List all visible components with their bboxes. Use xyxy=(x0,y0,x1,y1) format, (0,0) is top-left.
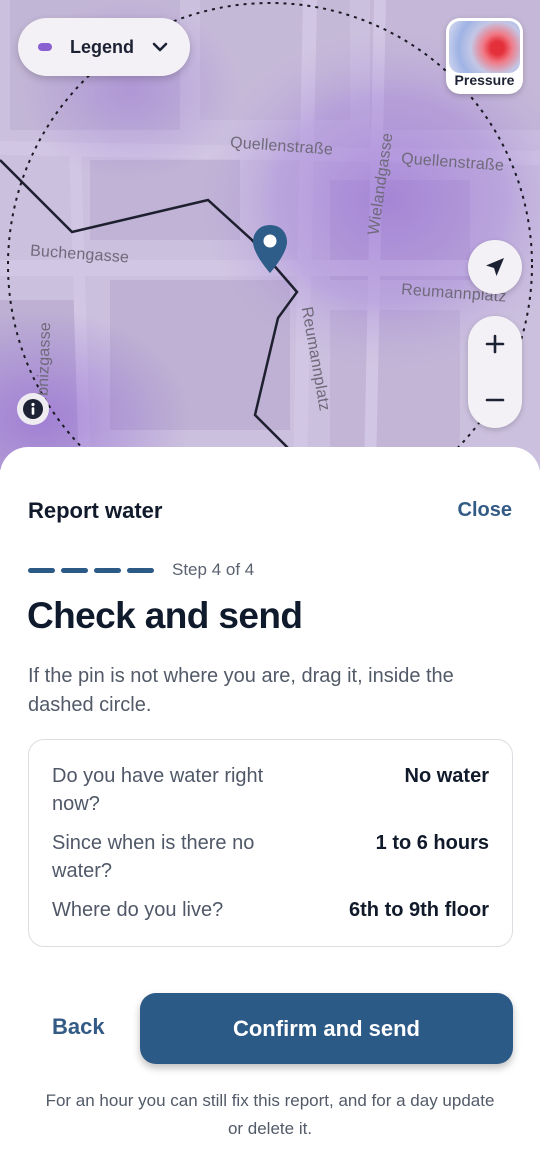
step-indicator xyxy=(61,567,88,573)
summary-row: Do you have water right now? No water xyxy=(52,762,489,818)
pressure-thumbnail xyxy=(449,21,520,73)
step-indicator xyxy=(127,567,154,573)
step-indicator xyxy=(28,567,55,573)
summary-answer: 1 to 6 hours xyxy=(375,832,489,854)
legend-label: Legend xyxy=(70,36,135,57)
sheet-title: Report water xyxy=(28,498,163,523)
location-pin-icon[interactable] xyxy=(250,223,290,275)
step-label: Step 4 of 4 xyxy=(172,560,255,579)
zoom-control xyxy=(468,316,522,428)
plus-icon xyxy=(485,334,505,354)
street-label: bnizgasse xyxy=(34,321,55,397)
map-info-button[interactable] xyxy=(17,393,49,425)
summary-question: Where do you live? xyxy=(52,899,224,921)
confirm-and-send-button[interactable]: Confirm and send xyxy=(140,993,513,1064)
summary-row: Where do you live? 6th to 9th floor xyxy=(52,896,489,924)
footnote-text: For an hour you can still fix this repor… xyxy=(45,1091,495,1138)
step-progress: Step 4 of 4 xyxy=(28,560,254,580)
map-view[interactable]: Quellenstraße Quellenstraße Buchengasse … xyxy=(0,0,540,470)
confirm-label: Confirm and send xyxy=(232,1015,420,1041)
summary-answer: 6th to 9th floor xyxy=(349,899,489,921)
page-title: Check and send xyxy=(27,595,303,636)
summary-answer: No water xyxy=(404,765,489,787)
chevron-down-icon xyxy=(152,42,168,52)
answers-summary-card: Do you have water right now? No water Si… xyxy=(28,739,513,947)
pressure-layer-button[interactable]: Pressure xyxy=(446,18,523,94)
back-button[interactable]: Back xyxy=(52,1014,105,1040)
zoom-in-button[interactable] xyxy=(468,316,522,372)
minus-icon xyxy=(485,398,505,402)
info-icon xyxy=(23,399,43,419)
helper-text: If the pin is not where you are, drag it… xyxy=(28,665,454,716)
pressure-label: Pressure xyxy=(454,72,515,88)
step-indicator xyxy=(94,567,121,573)
close-button[interactable]: Close xyxy=(458,499,512,522)
report-bottom-sheet: Report water Close Step 4 of 4 Check and… xyxy=(0,447,540,1169)
legend-button[interactable]: Legend xyxy=(18,18,190,76)
zoom-out-button[interactable] xyxy=(468,372,522,428)
locate-me-button[interactable] xyxy=(468,240,522,294)
summary-question: Since when is there no water? xyxy=(52,832,255,882)
navigation-arrow-icon xyxy=(486,258,504,276)
summary-row: Since when is there no water? 1 to 6 hou… xyxy=(52,829,489,885)
summary-question: Do you have water right now? xyxy=(52,765,264,815)
legend-swatch xyxy=(38,43,52,51)
